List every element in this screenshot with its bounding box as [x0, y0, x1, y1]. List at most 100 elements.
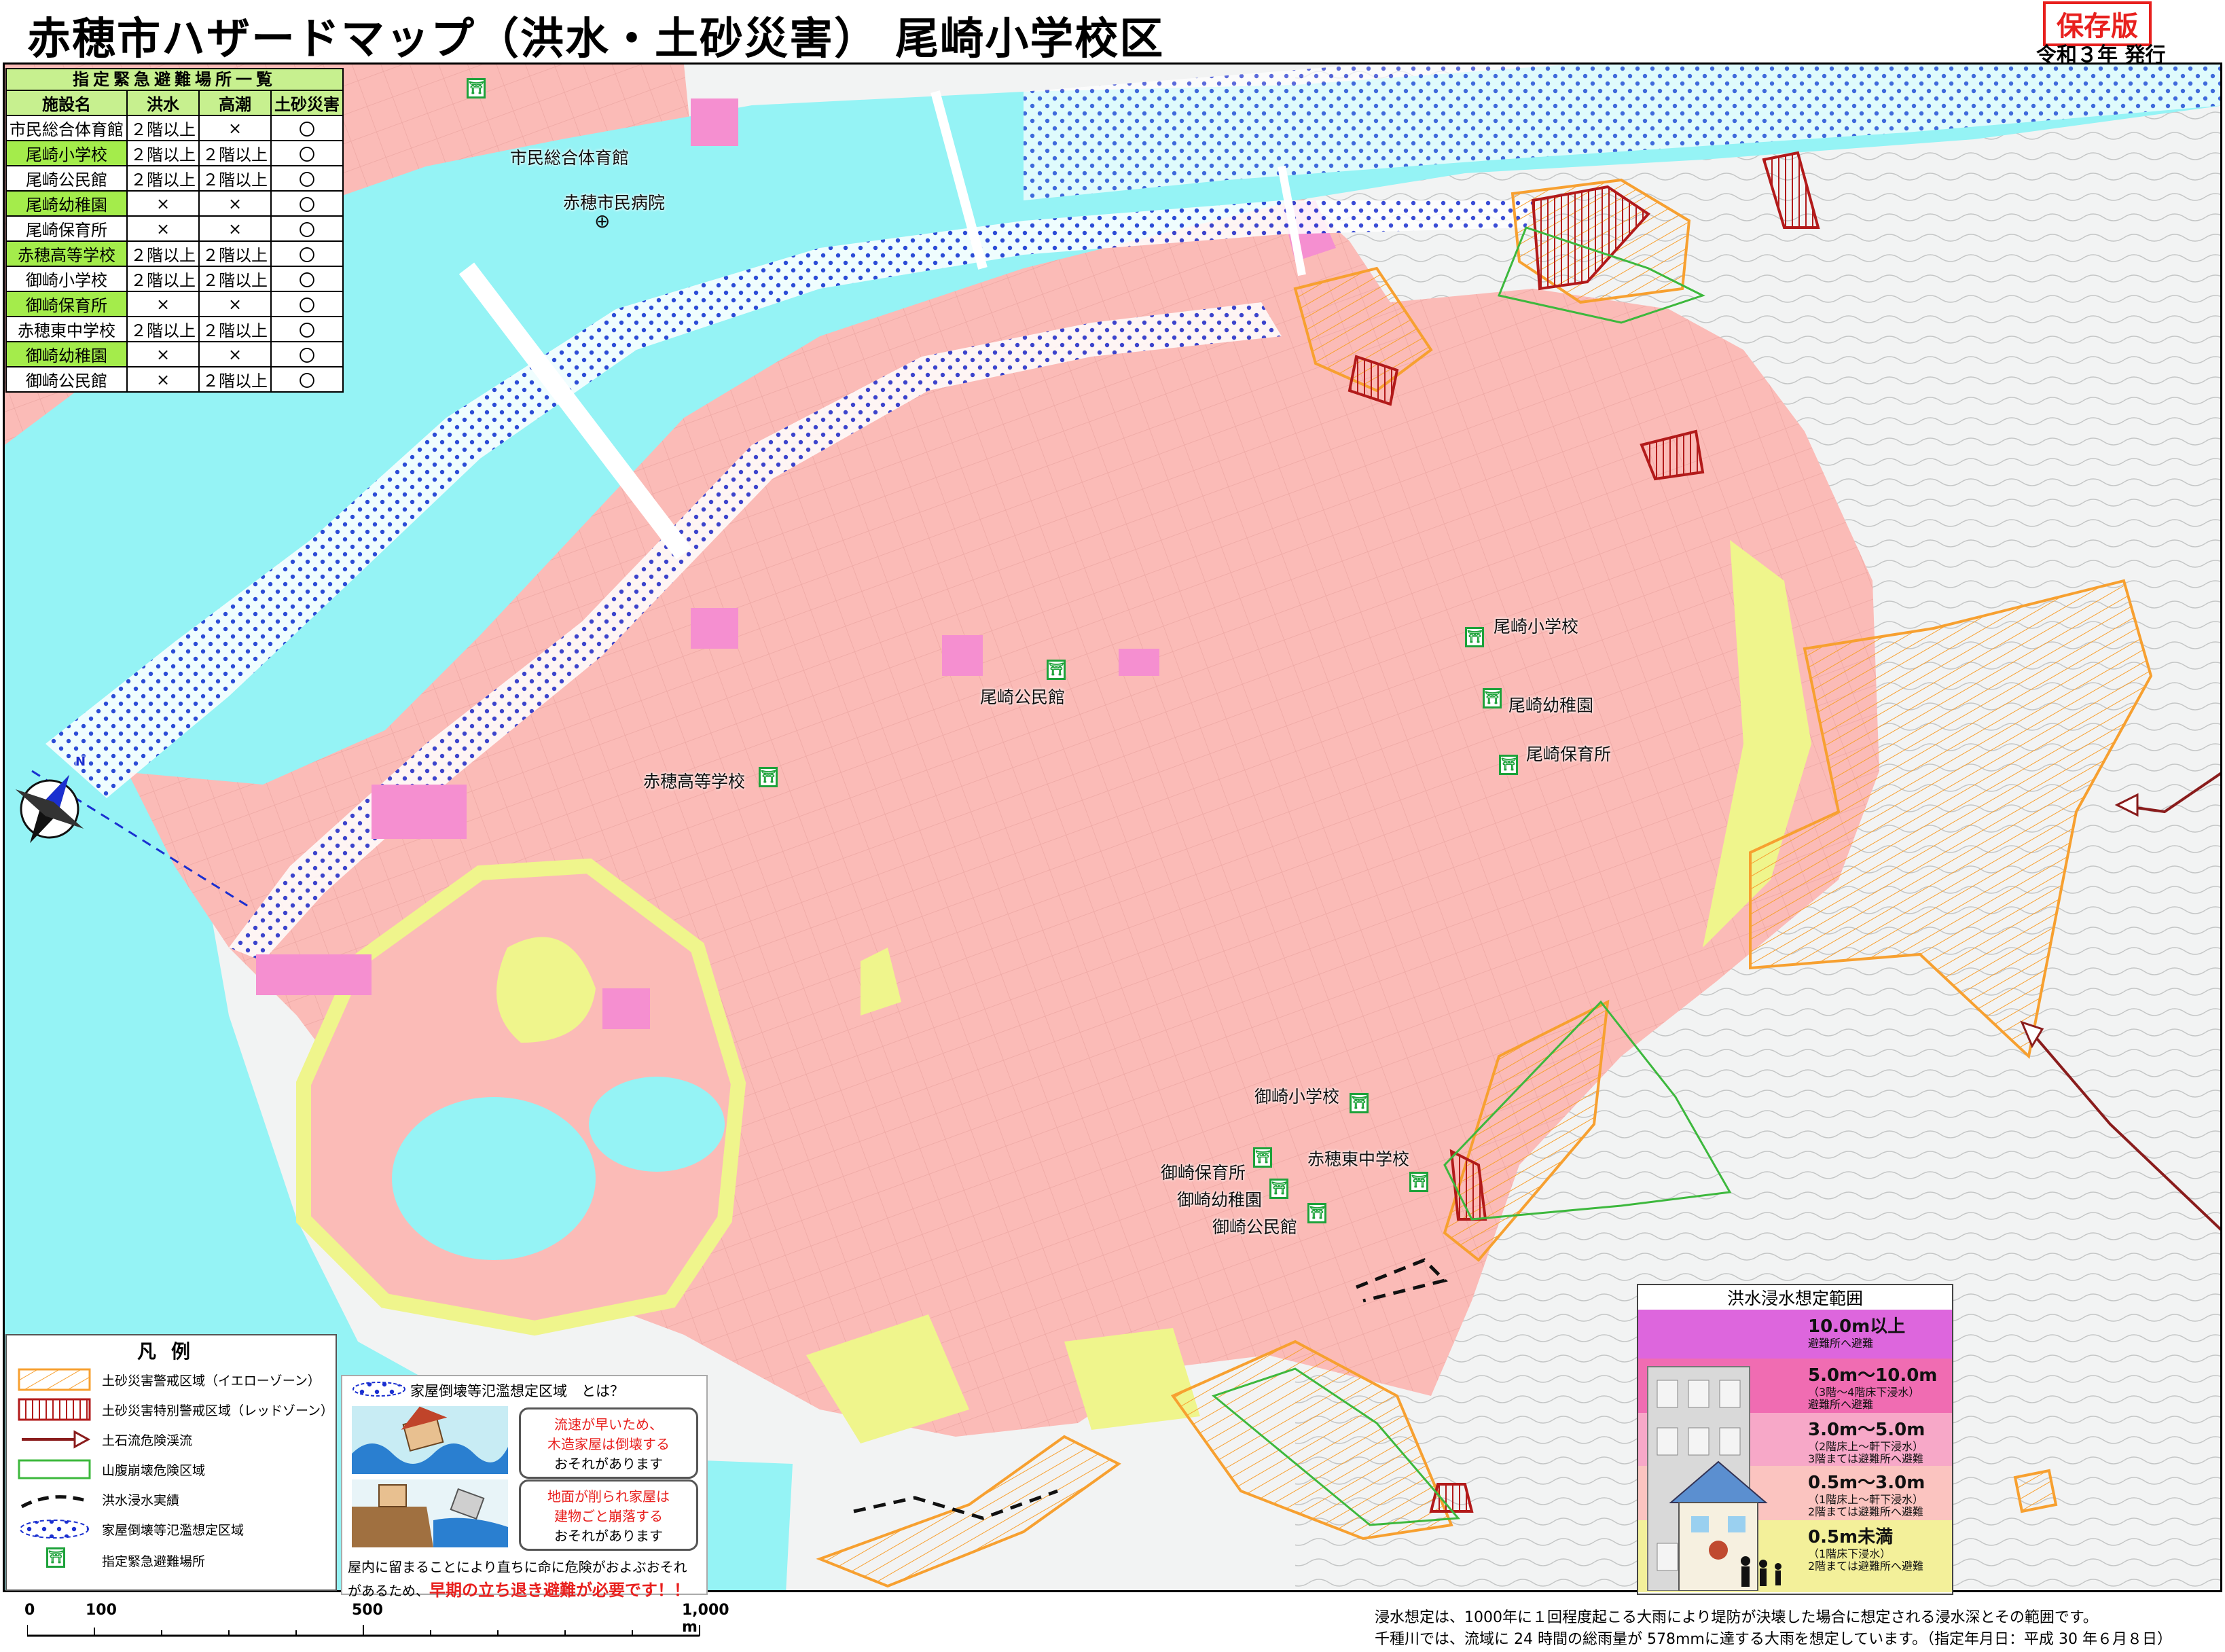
deep-zone-2: [691, 608, 738, 649]
legend-label: 指定緊急避難場所: [102, 1554, 206, 1569]
deep-zone-4: [1119, 649, 1159, 676]
bubble1-line1: 流速が早いため、: [554, 1416, 663, 1433]
shelter-status-cell: ×: [198, 215, 272, 242]
hospital-cross-icon: ⊕: [594, 210, 611, 232]
shelter-status-cell: ２階以上: [198, 240, 272, 267]
bubble1-line3: おそれがあります: [554, 1456, 663, 1472]
label-ako-east-jh[interactable]: 赤穂東中学校: [1307, 1146, 1409, 1170]
shelter-status-cell: ×: [198, 291, 272, 317]
label-ozaki-elem[interactable]: 尾崎小学校: [1494, 613, 1578, 638]
shelter-status-cell: ×: [126, 366, 200, 393]
legend-item-yellow-zone: 土砂災害警戒区域（イエローゾーン）: [12, 1365, 331, 1393]
legend-label: 土石流危険渓流: [102, 1433, 193, 1448]
table-row: 尾崎小学校 ２階以上 ２階以上〇: [5, 140, 344, 166]
refuge-marker-misaki-kinder[interactable]: ⛩: [1269, 1179, 1288, 1199]
legend-item-refuge: ⛩ 指定緊急避難場所: [12, 1546, 331, 1573]
shelter-status-cell: 〇: [270, 266, 344, 292]
scale-label-0: 0: [24, 1602, 35, 1619]
label-ozaki-kinder[interactable]: 尾崎幼稚園: [1508, 692, 1593, 717]
legend-label: 洪水浸水実績: [102, 1493, 180, 1508]
shelter-status-cell: ２階以上: [126, 165, 200, 192]
depth-band-advice: 避難所へ避難: [1808, 1398, 1874, 1411]
label-hospital[interactable]: 赤穂市民病院: [563, 190, 665, 214]
table-row: 市民総合体育館 ２階以上 × 〇: [5, 115, 344, 141]
note-line1: 屋内に留まることにより直ちに命に危険がおよぶおそれ: [348, 1559, 687, 1575]
label-ako-high[interactable]: 赤穂高等学校: [643, 768, 745, 793]
shelter-status-cell: 〇: [270, 341, 344, 367]
label-misaki-nursery[interactable]: 御崎保育所: [1161, 1160, 1246, 1184]
scale-label-100: 100: [86, 1602, 117, 1619]
compass-n-label: N: [75, 755, 86, 769]
shelter-status-cell: ２階以上: [198, 165, 272, 192]
legend-label: 家屋倒壊等氾濫想定区域: [102, 1523, 245, 1538]
bubble-erosion: 地面が削られ家屋は 建物ごと崩落する おそれがあります: [519, 1479, 698, 1551]
shelter-list-table: 指定緊急避難場所一覧 施設名 洪水 高潮 土砂災害 市民総合体育館 ２階以上 × 〇尾崎小学校…: [5, 68, 344, 393]
shelter-name-cell: 御崎保育所: [5, 291, 128, 317]
red-zone-6: [1429, 1483, 1474, 1513]
shelter-status-cell: 〇: [270, 316, 344, 342]
legend-item-house-collapse: 家屋倒壊等氾濫想定区域: [12, 1515, 331, 1542]
refuge-icon: ⛩: [46, 1547, 65, 1568]
shelter-status-cell: ×: [198, 115, 272, 141]
refuge-marker-misaki-hall[interactable]: ⛩: [1307, 1203, 1326, 1223]
bubble2-line1: 地面が削られ家屋は: [547, 1488, 670, 1505]
refuge-marker-gym[interactable]: ⛩: [467, 78, 486, 98]
depth-band: 10.0m以上 避難所へ避難: [1638, 1310, 1952, 1359]
table-row: 御崎小学校 ２階以上 ２階以上〇: [5, 266, 344, 292]
shelter-status-cell: ２階以上: [198, 366, 272, 393]
shelter-status-cell: ２階以上: [126, 266, 200, 292]
refuge-marker-ozaki-hall[interactable]: ⛩: [1047, 660, 1066, 680]
shelter-status-cell: 〇: [270, 291, 344, 317]
shelter-table-caption: 指定緊急避難場所一覧: [5, 68, 344, 90]
legend-item-debris-flow: 土石流危険渓流: [12, 1425, 331, 1452]
map-legend: 凡例 土砂災害警戒区域（イエローゾーン） 土砂災害特別警戒区域（レッドゾーン） …: [5, 1334, 337, 1591]
legend-item-red-zone: 土砂災害特別警戒区域（レッドゾーン）: [12, 1395, 334, 1422]
shelter-status-cell: 〇: [270, 240, 344, 267]
label-gym[interactable]: 市民総合体育館: [510, 145, 629, 169]
label-misaki-hall[interactable]: 御崎公民館: [1212, 1214, 1297, 1238]
footnote: 浸水想定は、1000年に１回程度起こる大雨により堤防が決壊した場合に想定される浸…: [1375, 1607, 2172, 1651]
legend-label: 土砂災害特別警戒区域（レッドゾーン）: [102, 1403, 334, 1418]
depth-band-note: 避難所へ避難: [1808, 1337, 1874, 1350]
refuge-marker-ozaki-elem[interactable]: ⛩: [1465, 627, 1484, 647]
refuge-marker-misaki-elem[interactable]: ⛩: [1350, 1093, 1369, 1113]
evacuation-note: 屋内に留まることにより直ちに命に危険がおよぶおそれ があるため、早期の立ち退き避…: [348, 1556, 701, 1602]
bubble2-line2: 建物ごと崩落する: [554, 1508, 663, 1524]
refuge-marker-ako-east-jh[interactable]: ⛩: [1409, 1172, 1428, 1192]
shelter-name-cell: 御崎公民館: [5, 366, 128, 393]
refuge-marker-ozaki-nursery[interactable]: ⛩: [1499, 755, 1518, 775]
label-misaki-elem[interactable]: 御崎小学校: [1254, 1083, 1339, 1108]
refuge-marker-misaki-nursery[interactable]: ⛩: [1253, 1147, 1272, 1168]
shelter-name-cell: 尾崎公民館: [5, 165, 128, 192]
shelter-header-cell: 高潮: [198, 90, 272, 116]
shelter-status-cell: ×: [126, 190, 200, 217]
shelter-status-cell: 〇: [270, 115, 344, 141]
shelter-status-cell: 〇: [270, 165, 344, 192]
shelter-header-cell: 洪水: [126, 90, 200, 116]
refuge-marker-ako-high[interactable]: ⛩: [759, 767, 778, 787]
table-row: 尾崎公民館 ２階以上 ２階以上〇: [5, 165, 344, 192]
early-evacuation-warning: 早期の立ち退き避難が必要です！！: [429, 1581, 690, 1600]
shelter-status-cell: ×: [198, 341, 272, 367]
shelter-status-cell: ２階以上: [126, 316, 200, 342]
table-row: 御崎公民館 × ２階以上〇: [5, 366, 344, 393]
shelter-status-cell: ２階以上: [198, 316, 272, 342]
shelter-name-cell: 赤穂東中学校: [5, 316, 128, 342]
scale-bar: 0 100 500 1,000 m: [20, 1602, 740, 1649]
shelter-name-cell: 尾崎小学校: [5, 140, 128, 166]
deep-zone-1: [372, 785, 467, 839]
table-row: 赤穂高等学校 ２階以上 ２階以上〇: [5, 240, 344, 267]
explanation-title: 家屋倒壊等氾濫想定区域 とは？: [410, 1383, 624, 1399]
shelter-header-cell: 土砂災害: [270, 90, 344, 116]
shelter-status-cell: ×: [126, 291, 200, 317]
slope-collapse-swatch: [18, 1459, 91, 1479]
shelter-status-cell: 〇: [270, 140, 344, 166]
refuge-marker-ozaki-kinder[interactable]: ⛩: [1483, 688, 1502, 708]
label-ozaki-nursery[interactable]: 尾崎保育所: [1526, 741, 1611, 766]
table-row: 尾崎保育所 × × 〇: [5, 215, 344, 242]
label-ozaki-hall[interactable]: 尾崎公民館: [980, 684, 1065, 708]
label-misaki-kinder[interactable]: 御崎幼稚園: [1177, 1187, 1262, 1211]
shelter-table-header: 施設名 洪水 高潮 土砂災害: [5, 90, 344, 116]
shelter-name-cell: 尾崎幼稚園: [5, 190, 128, 217]
shelter-status-cell: 〇: [270, 215, 344, 242]
